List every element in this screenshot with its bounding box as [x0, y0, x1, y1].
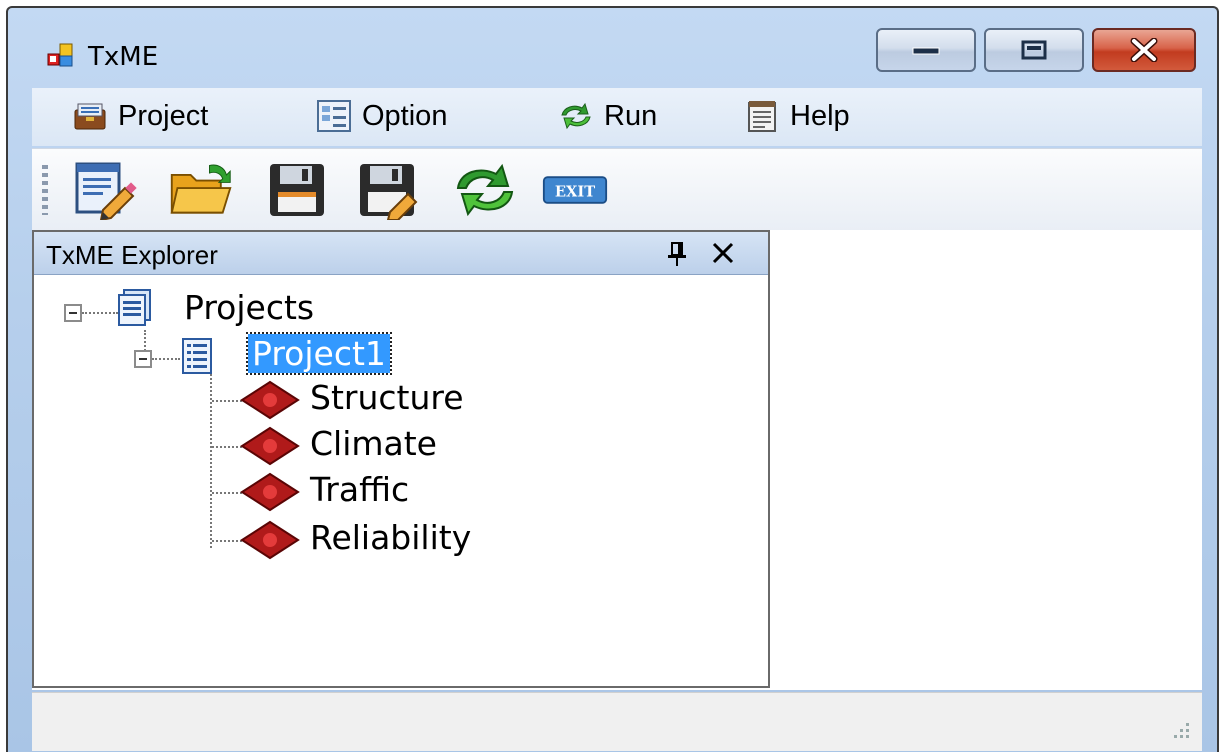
- maximize-button[interactable]: [984, 28, 1084, 72]
- tree-connector: [212, 446, 242, 448]
- project-tree: Projects Project1 Structure Climate Traf…: [34, 274, 768, 684]
- menu-option-label: Option: [362, 99, 448, 132]
- toolbar: EXIT: [32, 148, 1202, 231]
- tree-connector: [212, 400, 242, 402]
- app-window-icon: [47, 43, 73, 67]
- help-book-icon: [748, 101, 776, 132]
- resize-grip-icon[interactable]: [1170, 719, 1192, 741]
- new-project-icon: [75, 162, 137, 220]
- exit-button[interactable]: EXIT: [542, 159, 608, 221]
- menu-option[interactable]: Option: [316, 96, 447, 136]
- menu-project[interactable]: Project: [72, 96, 208, 136]
- exit-icon: EXIT: [542, 176, 608, 204]
- maximize-icon: [1021, 40, 1047, 60]
- menu-run-label: Run: [604, 99, 658, 132]
- menu-bar: Project Option Run Help: [32, 88, 1202, 146]
- menu-help[interactable]: Help: [744, 96, 850, 136]
- climate-node-icon: [240, 426, 300, 466]
- tree-connector: [152, 358, 180, 360]
- tree-node-traffic[interactable]: Traffic: [310, 470, 409, 509]
- run-arrows-icon: [561, 102, 591, 130]
- tree-node-reliability[interactable]: Reliability: [310, 518, 471, 557]
- explorer-header: TxME Explorer: [34, 232, 768, 275]
- save-as-icon: [360, 164, 418, 220]
- main-window: TxME Project Option Run Help EXIT TxME E…: [6, 6, 1219, 752]
- status-bar: [32, 692, 1202, 751]
- tree-connector: [212, 492, 242, 494]
- menu-run[interactable]: Run: [558, 96, 657, 136]
- tree-node-structure[interactable]: Structure: [310, 378, 464, 417]
- reliability-node-icon: [240, 520, 300, 560]
- txme-explorer-panel: TxME Explorer Projects Project1 Structur…: [32, 230, 770, 688]
- save-icon: [270, 164, 324, 216]
- traffic-node-icon: [240, 472, 300, 512]
- minimize-button[interactable]: [876, 28, 976, 72]
- close-button[interactable]: [1092, 28, 1196, 72]
- title-bar[interactable]: TxME: [8, 8, 1217, 86]
- tree-node-project1[interactable]: Project1: [246, 332, 392, 375]
- option-settings-icon: [317, 100, 351, 132]
- exit-label: EXIT: [555, 183, 595, 200]
- structure-node-icon: [240, 380, 300, 420]
- open-project-button[interactable]: [168, 159, 234, 221]
- toolbar-grip[interactable]: [42, 165, 48, 215]
- open-folder-icon: [170, 164, 232, 214]
- tree-node-climate[interactable]: Climate: [310, 424, 437, 463]
- new-project-button[interactable]: [72, 159, 138, 221]
- run-button[interactable]: [452, 159, 518, 221]
- projects-folder-icon: [118, 289, 151, 326]
- menu-help-label: Help: [790, 99, 850, 132]
- save-as-button[interactable]: [356, 159, 422, 221]
- close-icon: [1130, 38, 1158, 62]
- save-button[interactable]: [264, 159, 330, 221]
- tree-connector: [82, 312, 118, 314]
- project-briefcase-icon: [74, 103, 106, 130]
- menu-project-label: Project: [118, 99, 209, 132]
- explorer-title: TxME Explorer: [46, 240, 218, 270]
- collapse-toggle-project1[interactable]: [134, 350, 152, 368]
- minimize-icon: [912, 47, 940, 55]
- pin-icon[interactable]: [666, 240, 690, 268]
- run-refresh-icon: [456, 163, 514, 217]
- window-title: TxME: [88, 42, 159, 72]
- tree-node-projects[interactable]: Projects: [184, 288, 314, 327]
- content-area: TxME Explorer Projects Project1 Structur…: [32, 230, 1202, 690]
- explorer-close-icon[interactable]: [710, 240, 736, 266]
- tree-connector: [212, 540, 242, 542]
- collapse-toggle-projects[interactable]: [64, 304, 82, 322]
- project-document-icon: [182, 338, 212, 374]
